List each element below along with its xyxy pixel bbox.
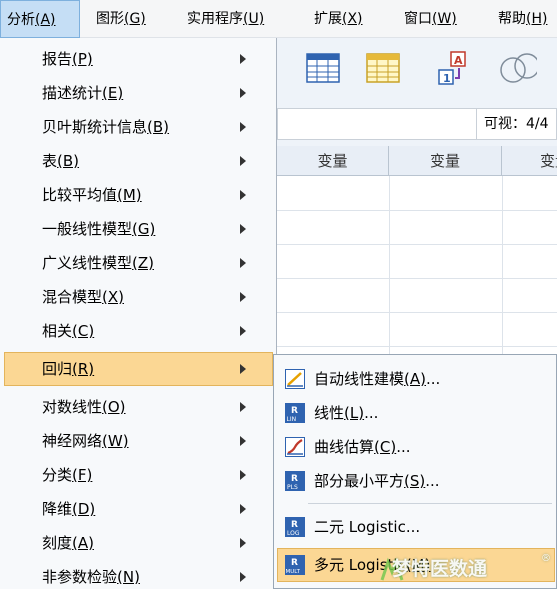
curve-estimation-icon <box>285 437 305 457</box>
menu-item-bayesian-statistics[interactable]: 贝叶斯统计信息(B) <box>4 110 273 144</box>
menu-bar: 分析(A) 图形(G) 实用程序(U) 扩展(X) 窗口(W) 帮助(H) <box>0 0 557 38</box>
submenu-arrow-icon <box>240 190 246 200</box>
value-labels-icon[interactable]: A 1 <box>435 50 471 86</box>
menu-item-descriptive-statistics[interactable]: 描述统计(E) <box>4 76 273 110</box>
info-bar: 可视：4/4 <box>277 108 557 140</box>
sets-icon[interactable] <box>497 50 540 86</box>
data-view-icon[interactable] <box>305 50 341 86</box>
menu-item-generalized-linear-models[interactable]: 广义线性模型(Z) <box>4 246 273 280</box>
submenu-arrow-icon <box>240 224 246 234</box>
binary-logistic-icon: R LOG <box>285 517 305 537</box>
submenu-arrow-icon <box>240 326 246 336</box>
menu-item-classify[interactable]: 分类(F) <box>4 458 273 492</box>
svg-text:LOG: LOG <box>287 530 300 537</box>
watermark-text: 梦特医数通 <box>392 558 488 580</box>
menu-graphs[interactable]: 图形(G) <box>96 0 146 38</box>
column-header-2[interactable]: 变量 <box>389 146 502 176</box>
svg-text:R: R <box>291 520 298 530</box>
submenu-arrow-icon <box>240 122 246 132</box>
menu-extensions[interactable]: 扩展(X) <box>314 0 363 38</box>
menu-help[interactable]: 帮助(H) <box>498 0 547 38</box>
menu-item-nonparametric-tests[interactable]: 非参数检验(N) <box>4 560 273 589</box>
toolbar: A 1 <box>277 38 557 106</box>
submenu-arrow-icon <box>240 538 246 548</box>
svg-text:R: R <box>291 474 298 484</box>
menu-item-reports[interactable]: 报告(P) <box>4 42 273 76</box>
submenu-arrow-icon <box>240 436 246 446</box>
column-header-1[interactable]: 变量 <box>277 146 389 176</box>
menu-item-general-linear-model[interactable]: 一般线性模型(G) <box>4 212 273 246</box>
submenu-arrow-icon <box>240 402 246 412</box>
submenu-arrow-icon <box>240 292 246 302</box>
menu-item-loglinear[interactable]: 对数线性(O) <box>4 390 273 424</box>
menu-item-correlate[interactable]: 相关(C) <box>4 314 273 348</box>
menu-item-scale[interactable]: 刻度(A) <box>4 526 273 560</box>
variable-view-icon[interactable] <box>365 50 401 86</box>
svg-text:MULT: MULT <box>286 569 301 575</box>
menu-window[interactable]: 窗口(W) <box>404 0 457 38</box>
submenu-item-curve-estimation[interactable]: 曲线估算(C)... <box>277 430 555 464</box>
submenu-item-binary-logistic[interactable]: R LOG 二元 Logistic... <box>277 510 555 544</box>
menu-item-regression[interactable]: 回归(R) <box>4 352 273 386</box>
submenu-arrow-icon <box>240 364 246 374</box>
submenu-item-partial-least-squares[interactable]: R PLS 部分最小平方(S)... <box>277 464 555 498</box>
watermark-registered-mark: ® <box>541 553 551 564</box>
auto-linear-icon <box>285 369 305 389</box>
linear-icon: R LIN <box>285 403 305 423</box>
pls-icon: R PLS <box>285 471 305 491</box>
svg-text:LIN: LIN <box>287 416 297 423</box>
submenu-arrow-icon <box>240 572 246 582</box>
menu-analyze[interactable]: 分析(A) <box>0 0 80 38</box>
submenu-separator <box>308 503 552 504</box>
multinomial-logistic-icon: R MULT <box>285 555 305 575</box>
svg-text:R: R <box>291 406 298 416</box>
analyze-menu: 报告(P) 描述统计(E) 贝叶斯统计信息(B) 表(B) 比较平均值(M) 一… <box>0 38 277 589</box>
column-header-3[interactable]: 变量 <box>502 146 557 176</box>
menu-item-compare-means[interactable]: 比较平均值(M) <box>4 178 273 212</box>
menu-utilities[interactable]: 实用程序(U) <box>187 0 264 38</box>
submenu-arrow-icon <box>240 156 246 166</box>
submenu-item-linear[interactable]: R LIN 线性(L)... <box>277 396 555 430</box>
submenu-arrow-icon <box>240 504 246 514</box>
visible-variables-count: 可视：4/4 <box>484 116 549 132</box>
menu-item-mixed-models[interactable]: 混合模型(X) <box>4 280 273 314</box>
svg-text:R: R <box>291 558 298 568</box>
menu-item-dimension-reduction[interactable]: 降维(D) <box>4 492 273 526</box>
svg-text:A: A <box>454 54 463 67</box>
submenu-arrow-icon <box>240 470 246 480</box>
submenu-item-automatic-linear-modeling[interactable]: 自动线性建模(A)... <box>277 362 555 396</box>
menu-item-tables[interactable]: 表(B) <box>4 144 273 178</box>
menu-analyze-label: 分析 <box>7 12 35 28</box>
menu-item-neural-networks[interactable]: 神经网络(W) <box>4 424 273 458</box>
submenu-arrow-icon <box>240 88 246 98</box>
submenu-arrow-icon <box>240 54 246 64</box>
svg-text:PLS: PLS <box>287 484 298 491</box>
submenu-arrow-icon <box>240 258 246 268</box>
info-bar-divider <box>476 109 477 139</box>
svg-text:1: 1 <box>443 72 451 85</box>
